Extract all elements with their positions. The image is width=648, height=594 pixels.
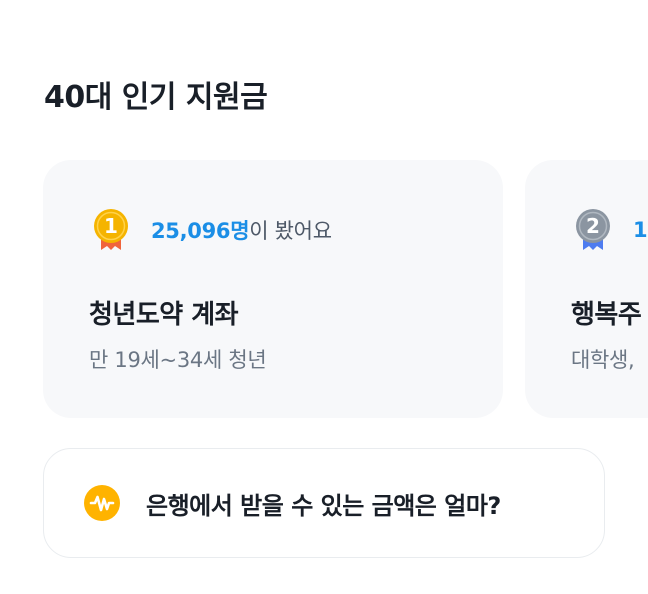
grant-eligibility: 대학생, [571, 348, 635, 372]
view-count-number: 1 [633, 218, 648, 242]
view-count-row: 2 1 [573, 208, 648, 252]
grant-card-1[interactable]: 1 25,096명이 봤어요 청년도약 계좌 만 19세~34세 청년 [43, 160, 503, 418]
silver-medal-icon: 2 [573, 208, 613, 252]
won-coin-icon [84, 485, 120, 521]
banner-text: 은행에서 받을 수 있는 금액은 얼마? [146, 491, 501, 520]
grant-name: 청년도약 계좌 [89, 300, 239, 330]
grant-card-2[interactable]: 2 1 행복주 대학생, [525, 160, 648, 418]
view-count-number: 25,096명 [151, 219, 250, 243]
medal-rank-label: 1 [104, 214, 118, 238]
gold-medal-icon: 1 [91, 208, 131, 252]
section-title: 40대 인기 지원금 [44, 80, 268, 115]
view-count: 1 [633, 218, 648, 242]
view-count-suffix: 이 봤어요 [249, 219, 332, 243]
grant-eligibility: 만 19세~34세 청년 [89, 348, 267, 372]
popular-grants-carousel[interactable]: 1 25,096명이 봤어요 청년도약 계좌 만 19세~34세 청년 2 1 … [0, 160, 648, 420]
view-count: 25,096명이 봤어요 [151, 215, 332, 245]
medal-rank-label: 2 [586, 214, 600, 238]
grant-name: 행복주 [571, 300, 642, 330]
bank-amount-banner[interactable]: 은행에서 받을 수 있는 금액은 얼마? [43, 448, 605, 558]
view-count-row: 1 25,096명이 봤어요 [91, 208, 332, 252]
